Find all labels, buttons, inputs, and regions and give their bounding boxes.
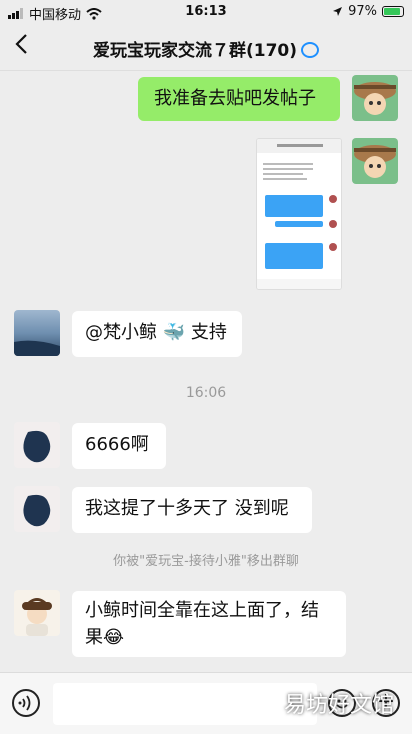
battery-icon	[382, 6, 404, 17]
avatar-image	[14, 310, 60, 356]
avatar-self[interactable]	[352, 138, 398, 184]
message-bubble-received[interactable]: 我这提了十多天了 没到呢	[72, 487, 312, 533]
location-arrow-icon	[333, 7, 343, 16]
avatar-member[interactable]	[14, 422, 60, 468]
screenshot-thumbnail	[257, 139, 341, 289]
avatar-image	[14, 590, 60, 636]
laugh-emoji: 😂	[103, 627, 125, 648]
battery-percent: 97%	[348, 4, 377, 19]
avatar-member[interactable]	[14, 310, 60, 356]
avatar-image	[14, 486, 60, 532]
avatar-image	[352, 138, 398, 184]
message-text: 我这提了十多天了 没到呢	[85, 498, 289, 519]
watermark: 易坊好文馆	[283, 693, 394, 718]
battery-fill	[384, 8, 401, 15]
chat-bubble-icon	[301, 42, 320, 58]
message-image-sent[interactable]	[256, 138, 342, 290]
message-text: @梵小鲸	[85, 322, 157, 343]
message-bubble-received[interactable]: @梵小鲸 🐳 支持	[72, 311, 242, 357]
avatar-image	[352, 75, 398, 121]
avatar-image	[14, 422, 60, 468]
avatar-self[interactable]	[352, 75, 398, 121]
chat-title: 爱玩宝玩家交流７群(170)	[60, 36, 352, 61]
time-stamp: 16:06	[185, 385, 227, 401]
message-bubble-received[interactable]: 小鲸时间全靠在这上面了，结果😂	[72, 591, 346, 657]
message-bubble-sent[interactable]: 我准备去贴吧发帖子	[138, 77, 340, 121]
avatar-member[interactable]	[14, 590, 60, 636]
chat-title-text: 爱玩宝玩家交流７群(170)	[92, 41, 298, 61]
message-text: 6666啊	[85, 434, 149, 455]
voice-icon[interactable]	[12, 689, 40, 717]
message-input[interactable]	[53, 683, 317, 725]
system-notice: 你被"爱玩宝-接待小雅"移出群聊	[113, 554, 299, 569]
message-text-tail: 支持	[190, 322, 227, 343]
avatar-member[interactable]	[14, 486, 60, 532]
chat-header: 爱玩宝玩家交流７群(170)	[0, 24, 412, 71]
whale-emoji: 🐳	[162, 322, 186, 343]
message-text: 我准备去贴吧发帖子	[154, 88, 316, 109]
status-right: 97%	[332, 4, 404, 19]
message-bubble-received[interactable]: 6666啊	[72, 423, 166, 469]
status-bar: 中国移动 16:13 97%	[0, 0, 412, 24]
chevron-left-icon[interactable]	[14, 33, 28, 60]
